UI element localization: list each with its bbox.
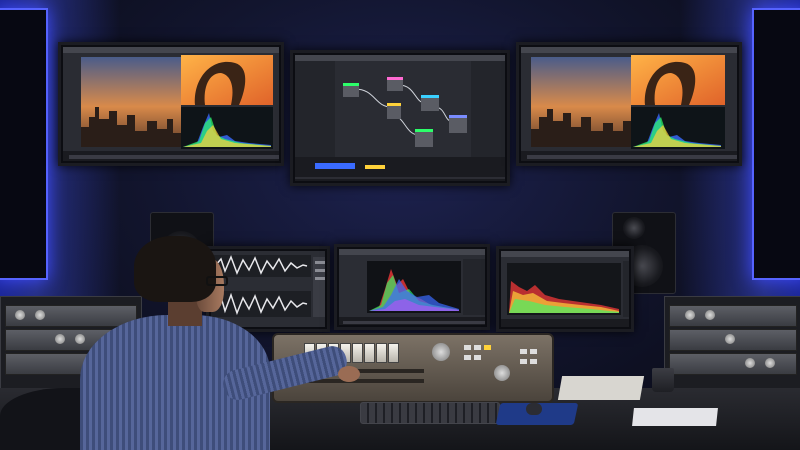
knob[interactable] — [55, 334, 65, 344]
glasses-icon — [206, 276, 228, 286]
grading-view — [63, 55, 279, 161]
console-button[interactable] — [464, 355, 471, 360]
scopes-screen — [339, 249, 485, 325]
keyboard-icon[interactable] — [360, 402, 500, 424]
knob[interactable] — [75, 334, 85, 344]
knob[interactable] — [685, 310, 695, 320]
node-graph — [295, 61, 505, 181]
fader[interactable] — [364, 343, 375, 363]
color-chart-card — [557, 376, 645, 400]
scopes-screen — [501, 251, 629, 327]
knob[interactable] — [745, 358, 755, 368]
person-hair — [134, 236, 216, 302]
editing-suite-scene — [0, 0, 800, 450]
knob[interactable] — [15, 310, 25, 320]
console-button[interactable] — [484, 345, 491, 350]
track-list — [313, 257, 325, 317]
paper-sheet — [632, 408, 718, 426]
node-editor-screen — [295, 55, 505, 181]
console-button[interactable] — [530, 359, 537, 364]
mouse-icon[interactable] — [526, 403, 542, 415]
knob[interactable] — [765, 358, 775, 368]
console-button[interactable] — [464, 345, 471, 350]
console-button[interactable] — [530, 349, 537, 354]
audio-editor-screen — [211, 251, 325, 327]
jog-wheel[interactable] — [432, 343, 450, 361]
knob[interactable] — [725, 334, 735, 344]
trackball[interactable] — [494, 365, 510, 381]
node-sidebar — [295, 61, 335, 157]
inspector-panel — [471, 61, 505, 157]
waveform-view — [211, 251, 325, 327]
fader[interactable] — [388, 343, 399, 363]
person-hand — [338, 366, 360, 382]
knob[interactable] — [35, 310, 45, 320]
grading-screen-left — [63, 47, 279, 161]
grading-view — [521, 55, 737, 161]
left-top-monitor — [58, 42, 284, 166]
console-button[interactable] — [520, 359, 527, 364]
right-acoustic-panel — [752, 8, 800, 280]
fader[interactable] — [376, 343, 387, 363]
mug-icon — [652, 368, 674, 392]
rack-unit — [669, 353, 797, 375]
tweeter — [623, 217, 645, 239]
right-outboard-rack — [664, 296, 800, 390]
right-top-monitor — [516, 42, 742, 166]
center-top-monitor — [290, 50, 510, 186]
fader[interactable] — [352, 343, 363, 363]
console-button[interactable] — [520, 349, 527, 354]
knob[interactable] — [705, 310, 715, 320]
console-button[interactable] — [474, 355, 481, 360]
right-desk-monitor — [496, 246, 634, 332]
grading-screen-right — [521, 47, 737, 161]
rgb-histogram-scope — [339, 249, 485, 325]
scope-settings — [463, 259, 485, 315]
center-desk-monitor — [334, 244, 490, 330]
console-button[interactable] — [474, 345, 481, 350]
left-acoustic-panel — [0, 8, 48, 280]
button-row[interactable] — [304, 379, 424, 383]
rgb-histogram-scope — [501, 251, 629, 327]
